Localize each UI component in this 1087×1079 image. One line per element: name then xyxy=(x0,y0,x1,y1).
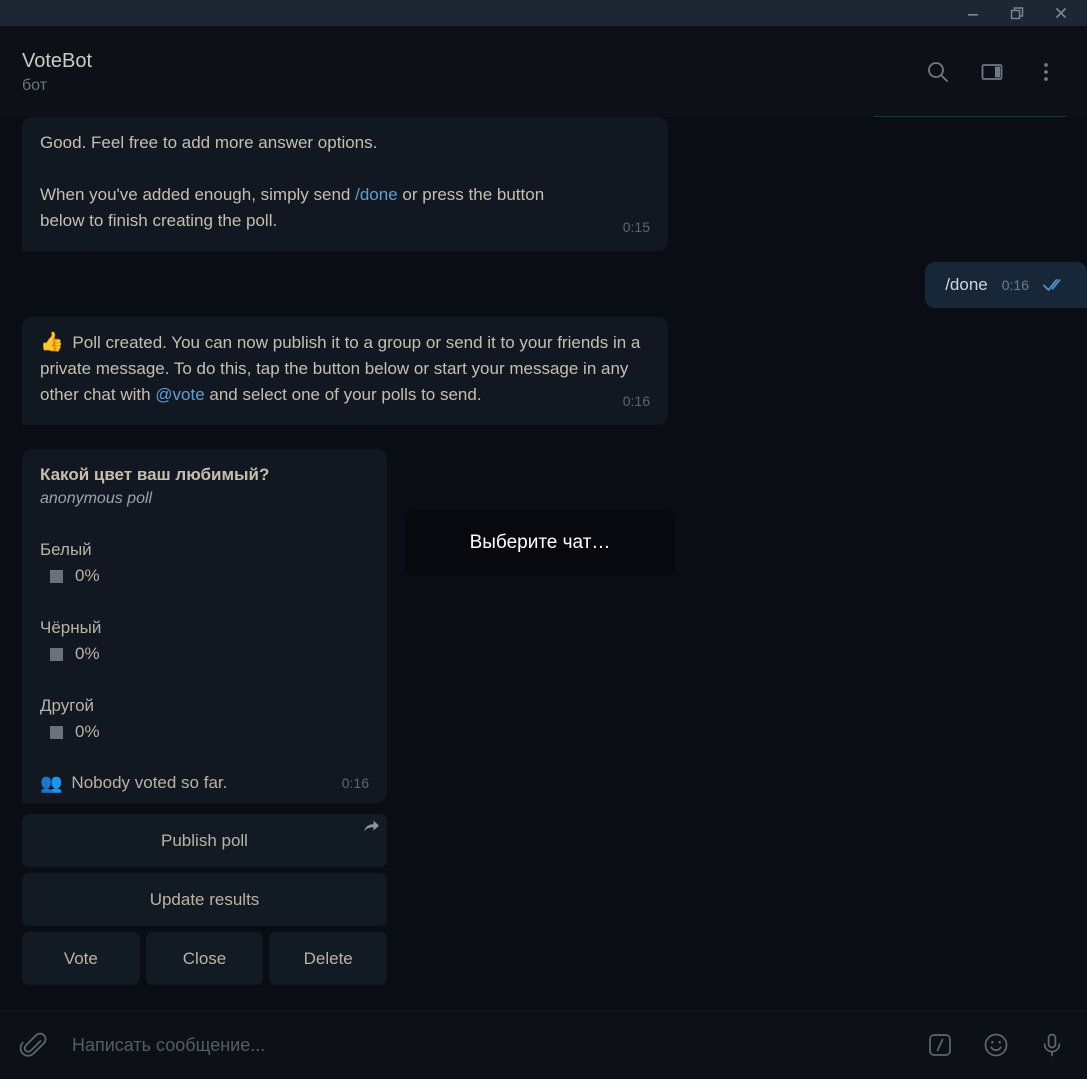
share-arrow-icon xyxy=(363,819,380,839)
delete-poll-button[interactable]: Delete xyxy=(269,932,388,985)
button-label: Vote xyxy=(63,948,98,968)
choose-chat-tooltip: Выберите чат… xyxy=(405,510,675,576)
poll-option-percent: 0% xyxy=(75,722,100,741)
poll-bar-square-icon xyxy=(50,569,63,583)
thumbs-up-icon: 👍 xyxy=(40,332,64,353)
update-results-button[interactable]: Update results xyxy=(22,873,387,926)
window-minimize-button[interactable] xyxy=(951,0,995,26)
telegram-window: VoteBot бот Good. Feel free to add more … xyxy=(0,0,1087,1079)
tooltip-label: Выберите чат… xyxy=(469,532,611,553)
poll-option-result: 0% xyxy=(40,719,369,745)
mention-link-vote[interactable]: @vote xyxy=(155,385,204,404)
message-text-line: When you've added enough, simply send /d… xyxy=(40,182,650,208)
poll-option-percent: 0% xyxy=(75,644,100,663)
poll-option-label: Другой xyxy=(40,696,95,715)
message-bubble-outgoing[interactable]: /done 0:16 xyxy=(925,262,1087,308)
message-timestamp: 0:16 xyxy=(1001,277,1029,293)
paperclip-icon[interactable] xyxy=(18,1029,50,1061)
chat-header[interactable]: VoteBot бот xyxy=(0,26,1087,117)
message-bubble-incoming[interactable]: 👍 Poll created. You can now publish it t… xyxy=(22,317,668,425)
poll-bar-square-icon xyxy=(50,647,63,661)
poll-type-label: anonymous poll xyxy=(40,490,153,507)
message-timestamp: 0:16 xyxy=(341,775,369,791)
message-composer xyxy=(0,1010,1087,1079)
inline-keyboard-row: Publish poll xyxy=(22,814,387,867)
inline-keyboard: Publish poll Update results Vote Close D… xyxy=(22,814,388,985)
page-title: VoteBot xyxy=(22,49,93,72)
button-label: Delete xyxy=(303,948,353,968)
emoji-icon[interactable] xyxy=(979,1028,1013,1062)
microphone-icon[interactable] xyxy=(1035,1028,1069,1062)
poll-option[interactable]: Белый 0% xyxy=(40,537,369,589)
poll-message-card[interactable]: Какой цвет ваш любимый? anonymous poll Б… xyxy=(22,449,387,803)
message-text-line: Good. Feel free to add more answer optio… xyxy=(40,133,378,152)
poll-bar-square-icon xyxy=(50,725,63,739)
poll-option[interactable]: Другой 0% xyxy=(40,693,369,745)
message-text: /done xyxy=(945,275,988,294)
message-text-part: When you've added enough, simply send xyxy=(40,185,356,204)
message-timestamp: 0:16 xyxy=(622,393,650,409)
poll-footer: 👥 Nobody voted so far. 0:16 xyxy=(40,773,369,793)
message-input[interactable] xyxy=(50,1034,905,1056)
message-text-line: below to finish creating the poll. 0:15 xyxy=(40,208,650,235)
message-text-part: and select one of your polls to send. xyxy=(204,385,482,404)
more-menu-icon[interactable] xyxy=(1031,57,1061,87)
window-maximize-button[interactable] xyxy=(995,0,1039,26)
poll-option-label: Белый xyxy=(40,540,92,559)
message-bubble-incoming[interactable]: Good. Feel free to add more answer optio… xyxy=(22,117,668,251)
poll-voters-text: Nobody voted so far. xyxy=(71,773,228,792)
read-receipt-double-check-icon xyxy=(1043,278,1067,292)
publish-poll-button[interactable]: Publish poll xyxy=(22,814,387,867)
inline-keyboard-row: Vote Close Delete xyxy=(22,932,388,985)
composer-actions xyxy=(905,1028,1069,1062)
message-text-part: or press the button xyxy=(397,185,545,204)
close-poll-button[interactable]: Close xyxy=(145,932,264,985)
people-icon: 👥 xyxy=(40,773,62,793)
chat-header-info[interactable]: VoteBot бот xyxy=(0,49,92,95)
poll-option-percent: 0% xyxy=(75,566,100,585)
vote-button[interactable]: Vote xyxy=(22,932,140,985)
button-label: Close xyxy=(182,948,227,968)
inline-keyboard-row: Update results xyxy=(22,873,387,926)
poll-option-result: 0% xyxy=(40,563,369,589)
message-list[interactable]: Good. Feel free to add more answer optio… xyxy=(0,117,1087,1010)
button-label: Publish poll xyxy=(161,830,248,850)
button-label: Update results xyxy=(149,889,260,909)
panel-toggle-icon[interactable] xyxy=(977,57,1007,87)
chat-subtitle: бот xyxy=(22,76,48,94)
message-timestamp: 0:15 xyxy=(622,219,650,235)
poll-option-label: Чёрный xyxy=(40,618,102,637)
chat-header-actions xyxy=(923,57,1087,87)
poll-option[interactable]: Чёрный 0% xyxy=(40,615,369,667)
poll-option-result: 0% xyxy=(40,641,369,667)
window-close-button[interactable] xyxy=(1039,0,1083,26)
search-icon[interactable] xyxy=(923,57,953,87)
command-link-done[interactable]: /done xyxy=(355,185,398,204)
message-text-part: below to finish creating the poll. xyxy=(40,211,278,230)
window-titlebar xyxy=(0,0,1087,26)
poll-question: Какой цвет ваш любимый? xyxy=(40,465,270,484)
command-icon[interactable] xyxy=(923,1028,957,1062)
